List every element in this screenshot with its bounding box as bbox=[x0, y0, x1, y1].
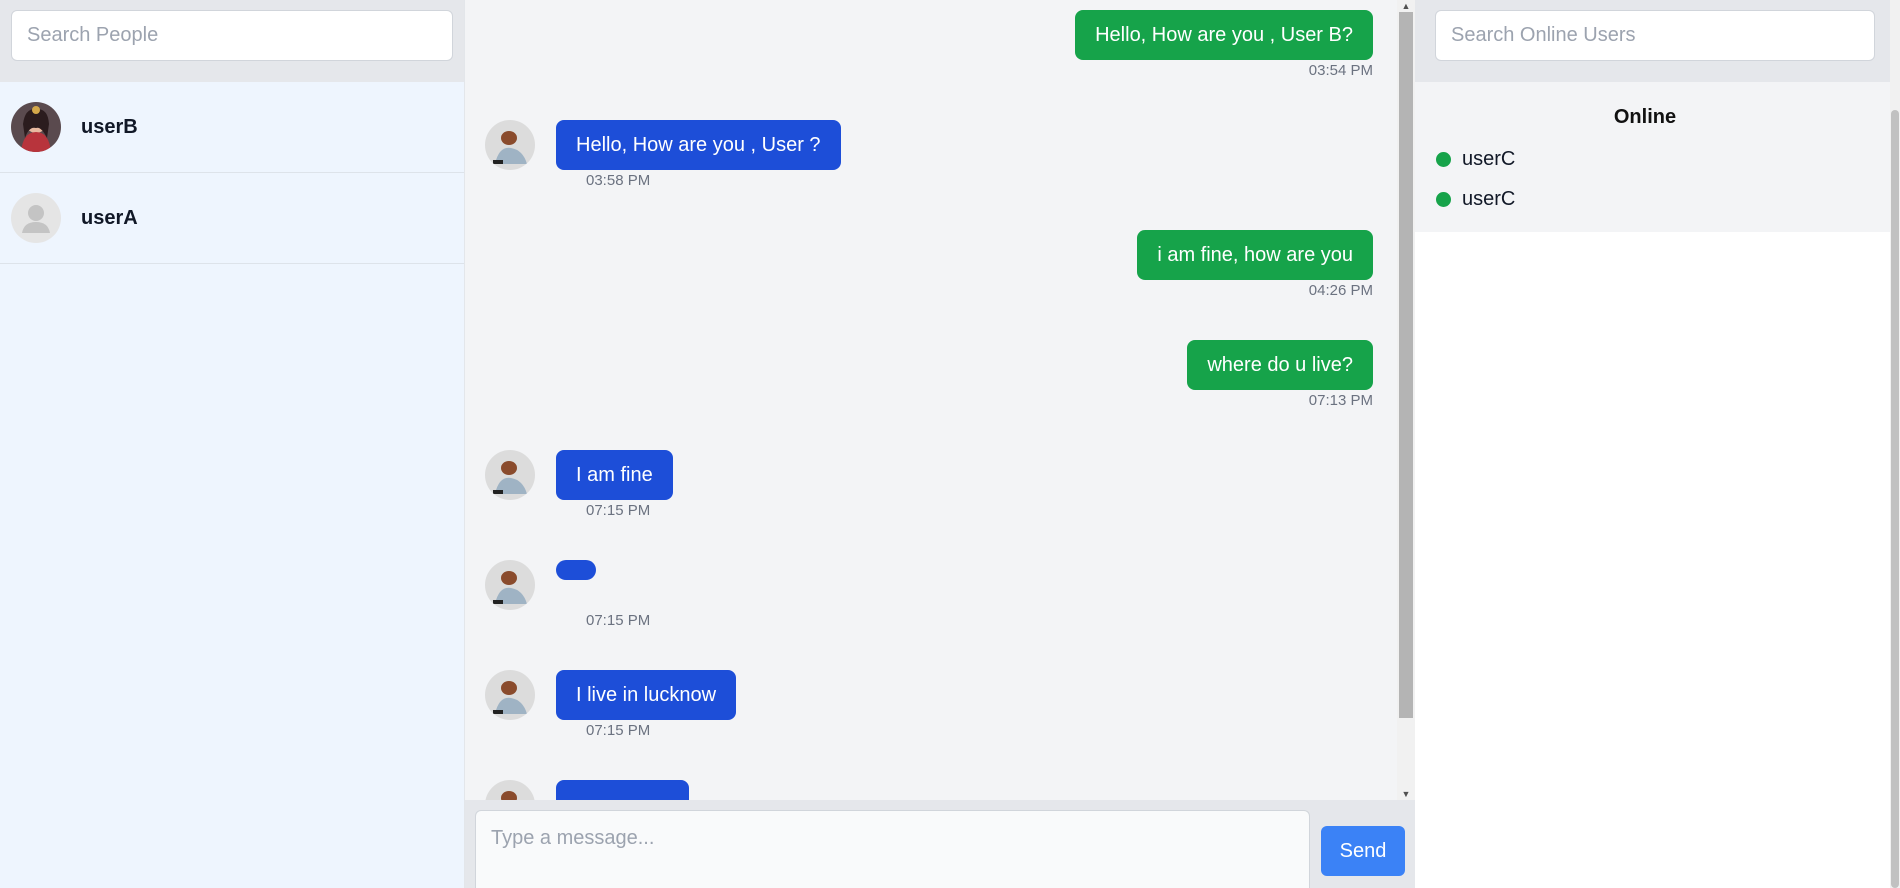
online-user-name: userC bbox=[1462, 147, 1516, 170]
online-title: Online bbox=[1613, 106, 1677, 128]
sender-avatar bbox=[485, 120, 535, 170]
contact-item-userB[interactable]: userB bbox=[0, 82, 464, 173]
chat-area: Hello, How are you , User B? 03:54 PM He… bbox=[465, 0, 1415, 888]
message-outgoing: Hello, How are you , User B? 03:54 PM bbox=[1075, 10, 1373, 79]
message-bubble: Hello, How are you , User B? bbox=[1075, 10, 1373, 60]
message-bubble: Hello, How are you , User ? bbox=[556, 120, 841, 170]
online-user-item[interactable]: userC bbox=[1436, 179, 1900, 219]
contact-item-userA[interactable]: userA bbox=[0, 173, 464, 264]
default-user-icon bbox=[11, 193, 61, 243]
message-time: 07:15 PM bbox=[586, 502, 651, 519]
chat-app: userB userA Hello, How are you , User B?… bbox=[0, 0, 1900, 888]
online-users-box: Online userC userC bbox=[1415, 82, 1900, 232]
online-status-dot-icon bbox=[1436, 151, 1451, 167]
message-composer: Send bbox=[465, 800, 1415, 888]
message-time: 07:15 PM bbox=[586, 612, 651, 629]
message-bubble: I live in lucknow bbox=[556, 670, 737, 720]
message-time: 03:54 PM bbox=[1308, 62, 1373, 79]
page-scrollbar[interactable] bbox=[1890, 0, 1900, 888]
people-search-bar bbox=[0, 0, 464, 82]
message-bubble: where do u live? bbox=[1187, 340, 1373, 390]
page-scroll-thumb[interactable] bbox=[1891, 110, 1899, 888]
scroll-up-arrow-icon[interactable]: ▲ bbox=[1397, 0, 1415, 12]
sender-avatar bbox=[485, 450, 535, 500]
online-status-dot-icon bbox=[1436, 191, 1451, 207]
message-bubble bbox=[556, 780, 689, 800]
message-list[interactable]: Hello, How are you , User B? 03:54 PM He… bbox=[465, 0, 1397, 800]
contact-name: userA bbox=[81, 206, 138, 229]
search-online-users-input[interactable] bbox=[1435, 10, 1875, 61]
avatar bbox=[11, 102, 61, 152]
search-people-input[interactable] bbox=[11, 10, 453, 61]
message-bubble: i am fine, how are you bbox=[1137, 230, 1373, 280]
message-outgoing: where do u live? 07:13 PM bbox=[1187, 340, 1373, 409]
message-time: 04:26 PM bbox=[1308, 282, 1373, 299]
message-time: 07:13 PM bbox=[1308, 392, 1373, 409]
sender-avatar bbox=[485, 670, 535, 720]
sender-avatar bbox=[485, 560, 535, 610]
online-search-bar bbox=[1415, 0, 1900, 82]
message-scrollbar[interactable]: ▲ ▼ bbox=[1397, 0, 1415, 800]
sender-avatar bbox=[485, 780, 535, 800]
send-button[interactable]: Send bbox=[1321, 826, 1405, 876]
online-user-name: userC bbox=[1462, 187, 1516, 210]
scroll-down-arrow-icon[interactable]: ▼ bbox=[1397, 788, 1415, 800]
online-users-panel: Online userC userC bbox=[1415, 0, 1900, 888]
online-users-list: userC userC bbox=[1415, 139, 1900, 219]
contact-name: userB bbox=[81, 115, 138, 138]
message-bubble: I am fine bbox=[556, 450, 673, 500]
message-outgoing: i am fine, how are you 04:26 PM bbox=[1137, 230, 1373, 299]
message-time: 07:15 PM bbox=[586, 722, 651, 739]
scroll-thumb[interactable] bbox=[1399, 12, 1413, 718]
online-user-item[interactable]: userC bbox=[1436, 139, 1900, 179]
message-bubble-empty bbox=[556, 560, 596, 580]
message-input[interactable] bbox=[475, 810, 1310, 888]
message-time: 03:58 PM bbox=[586, 172, 651, 189]
people-sidebar: userB userA bbox=[0, 0, 465, 888]
